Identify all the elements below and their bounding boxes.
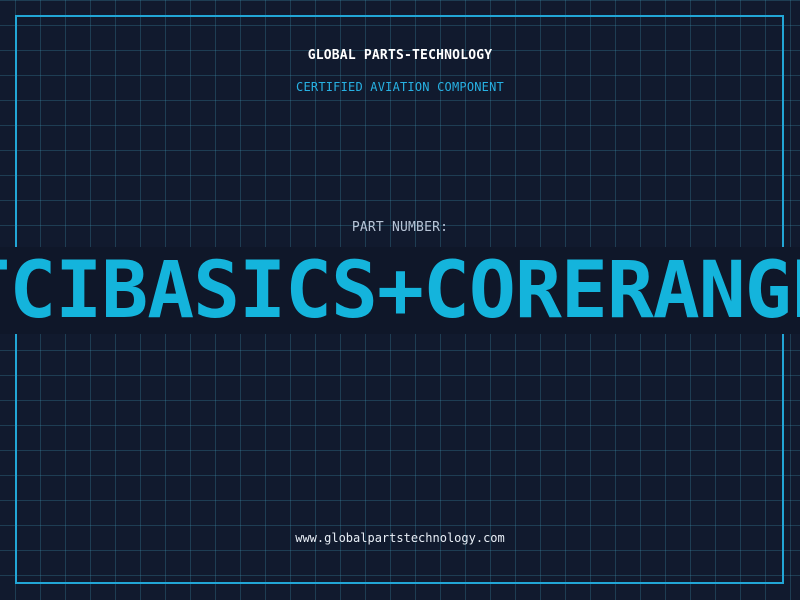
brand-name: GLOBAL PARTS-TECHNOLOGY bbox=[307, 48, 493, 63]
certificate-card: GLOBAL PARTS-TECHNOLOGY CERTIFIED AVIATI… bbox=[0, 0, 800, 600]
certification-subtitle: CERTIFIED AVIATION COMPONENT bbox=[296, 80, 504, 94]
part-number-label: PART NUMBER: bbox=[351, 220, 449, 235]
part-number-value: TCIBASICS+CORERANGE bbox=[0, 247, 800, 334]
website-link[interactable]: www.globalpartstechnology.com bbox=[0, 531, 800, 545]
part-number-band: TCIBASICS+CORERANGE bbox=[0, 247, 800, 334]
